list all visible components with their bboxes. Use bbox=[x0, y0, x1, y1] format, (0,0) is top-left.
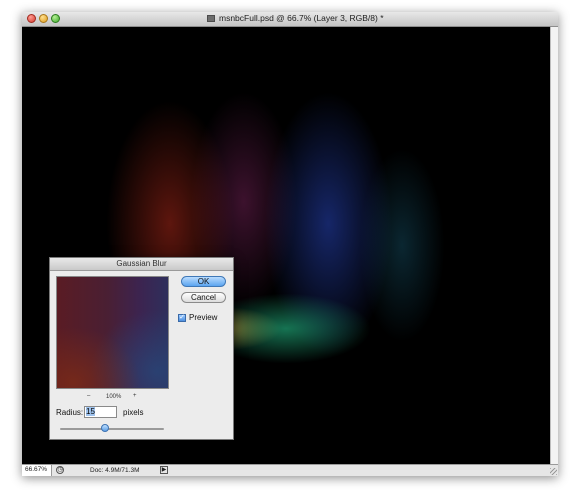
document-icon bbox=[207, 15, 215, 22]
ok-button[interactable]: OK bbox=[181, 276, 226, 287]
radius-label: Radius: bbox=[56, 408, 84, 417]
play-arrow-icon[interactable]: ▶ bbox=[160, 466, 168, 474]
preview-zoom-controls: – 100% + bbox=[56, 393, 169, 403]
radius-value: 15 bbox=[86, 407, 95, 416]
gaussian-blur-dialog: Gaussian Blur – 100% + OK Cancel ✓ Previ… bbox=[49, 257, 234, 440]
vertical-scrollbar[interactable] bbox=[550, 27, 558, 464]
zoom-level-field[interactable]: 66.67% bbox=[22, 465, 52, 476]
document-size: Doc: 4.9M/71.3M bbox=[90, 467, 140, 474]
dialog-title: Gaussian Blur bbox=[50, 258, 233, 271]
radius-slider-track[interactable] bbox=[60, 428, 164, 430]
zoom-in-button[interactable]: + bbox=[133, 393, 137, 399]
zoom-out-button[interactable]: – bbox=[87, 393, 90, 399]
radius-slider-thumb[interactable] bbox=[101, 424, 109, 432]
window-title: msnbcFull.psd @ 66.7% (Layer 3, RGB/8) * bbox=[219, 13, 384, 23]
preview-zoom-percent: 100% bbox=[106, 394, 122, 400]
blur-preview-thumbnail[interactable] bbox=[56, 276, 169, 389]
radius-unit-label: pixels bbox=[123, 408, 144, 417]
status-bar: 66.67% ◷ Doc: 4.9M/71.3M ▶ bbox=[22, 464, 558, 476]
title-bar[interactable]: msnbcFull.psd @ 66.7% (Layer 3, RGB/8) * bbox=[22, 12, 558, 27]
preview-label: Preview bbox=[189, 313, 218, 322]
preview-checkbox[interactable]: ✓ bbox=[178, 314, 186, 322]
resize-grip[interactable] bbox=[550, 468, 557, 475]
minimize-button[interactable] bbox=[39, 14, 48, 23]
close-button[interactable] bbox=[27, 14, 36, 23]
cancel-button[interactable]: Cancel bbox=[181, 292, 226, 303]
clock-icon[interactable]: ◷ bbox=[56, 466, 64, 474]
zoom-button[interactable] bbox=[51, 14, 60, 23]
radius-input[interactable]: 15 bbox=[84, 406, 117, 418]
